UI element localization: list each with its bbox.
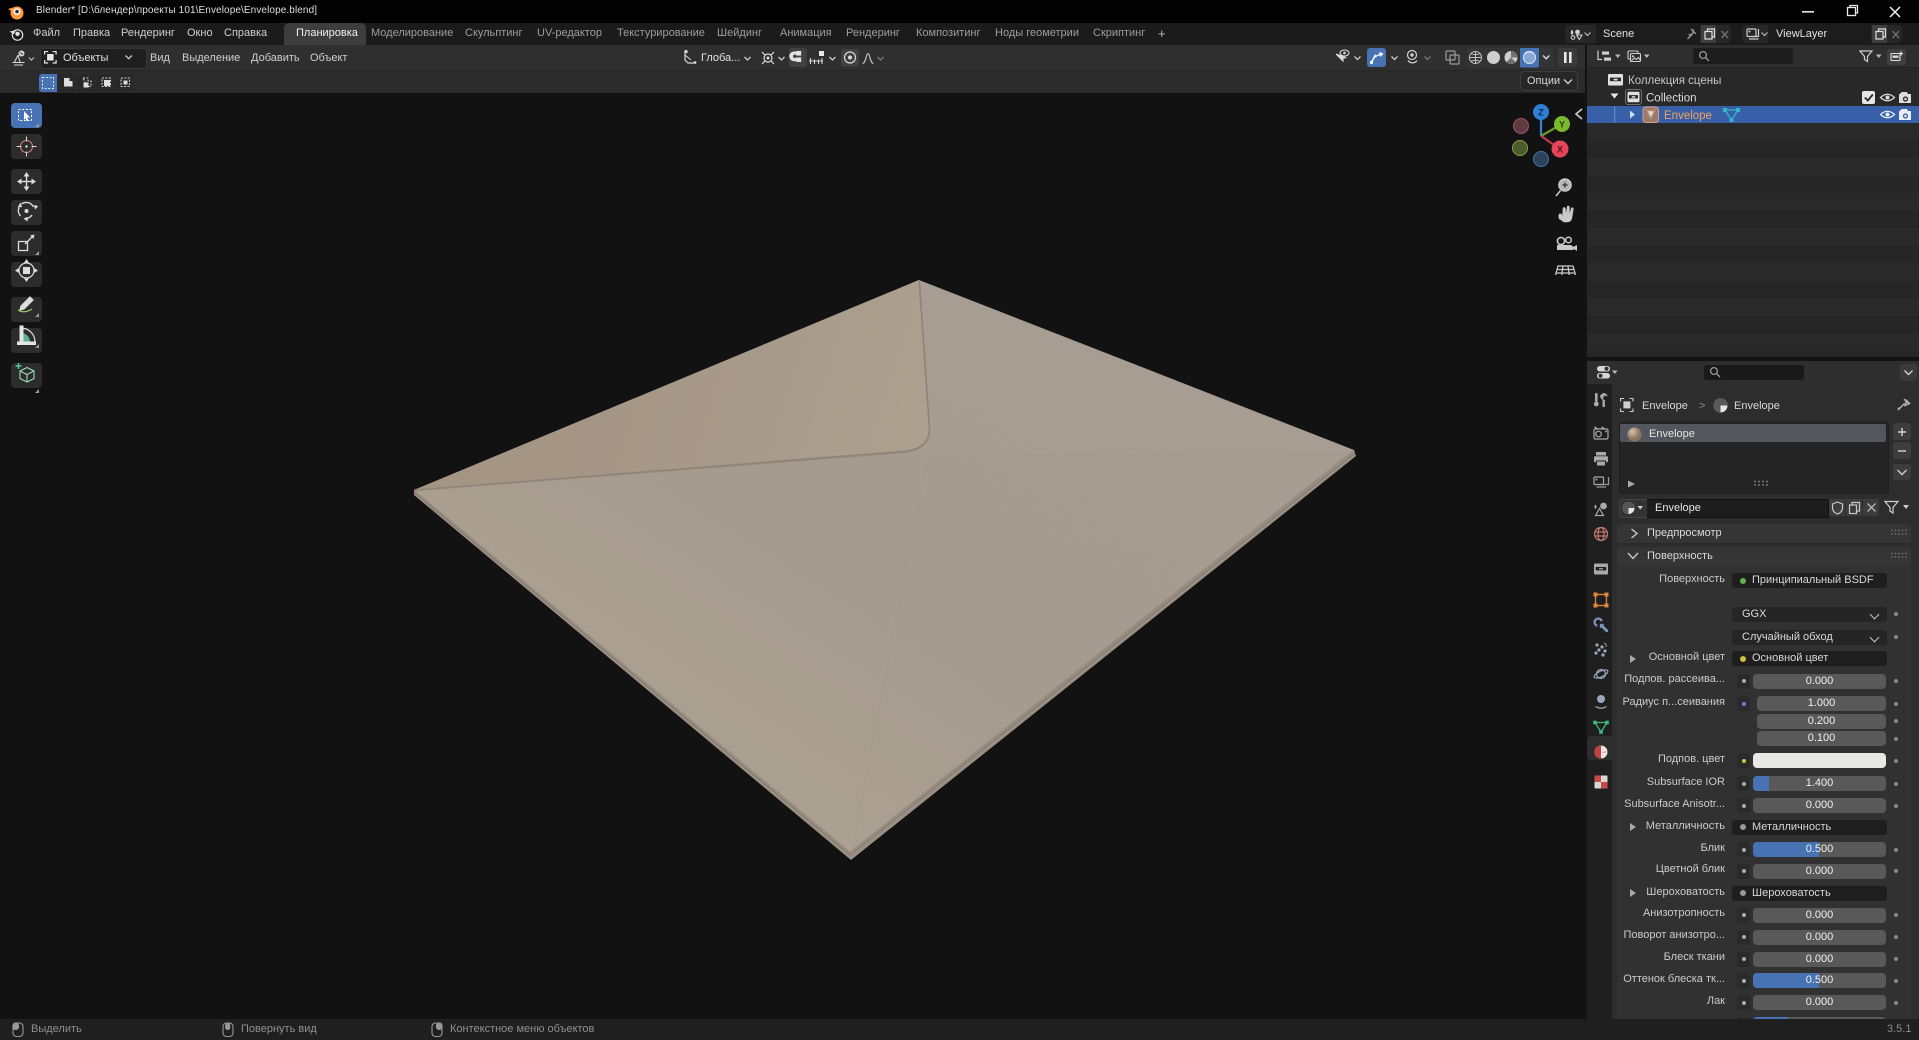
svg-text:Collection: Collection <box>1646 93 1697 105</box>
svg-text:X: X <box>1557 145 1563 155</box>
svg-text:Y: Y <box>1559 120 1565 130</box>
svg-text:Envelope: Envelope <box>1664 110 1712 122</box>
svg-text:Z: Z <box>1538 108 1544 118</box>
svg-text:Коллекция сцены: Коллекция сцены <box>1628 75 1721 87</box>
